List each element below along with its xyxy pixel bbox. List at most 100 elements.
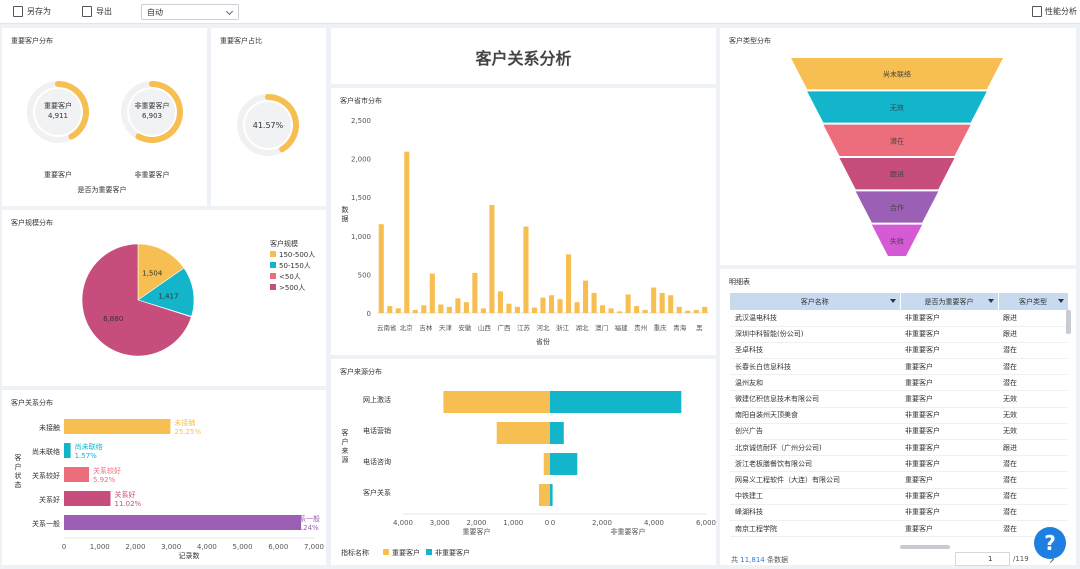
bar <box>600 305 606 313</box>
help-button[interactable]: ? <box>1034 527 1066 559</box>
pie-slice-label: 1,417 <box>158 292 178 300</box>
y-axis-title: 客户状态 <box>15 453 22 489</box>
bar <box>676 306 682 313</box>
x-tick-label: 4,000 <box>393 519 413 527</box>
customer-type-panel: 客户类型分布 尚未联络 无效 潜在 跟进 合作 失败 <box>720 28 1076 265</box>
bar <box>659 292 665 313</box>
panel-title: 明细表 <box>729 278 750 286</box>
table-cell: 南京工程学院 <box>730 520 900 538</box>
bar-label-name: 关系较好 <box>93 466 121 475</box>
table-cell: 非重要客户 <box>900 326 998 343</box>
bar-important <box>538 484 550 506</box>
bar <box>64 491 111 506</box>
x-axis-title: 省份 <box>536 337 550 346</box>
table-scrollbar-vertical[interactable] <box>1066 310 1071 334</box>
table-row[interactable]: 微建亿积信息技术有限公司 重要客户 无效 <box>730 390 1068 408</box>
x-tick-label: 0 <box>551 519 555 527</box>
bar-label-pct: 5.92% <box>93 476 116 484</box>
sort-dropdown-icon[interactable] <box>889 299 896 303</box>
y-tick-label: 2,000 <box>351 156 371 164</box>
bar <box>685 310 691 313</box>
bar-label-name: 关系好 <box>115 490 136 499</box>
x-tick-label: 安徽 <box>458 323 472 332</box>
table-row[interactable]: 温州友和 重要客户 潜在 <box>730 374 1068 392</box>
bar <box>463 302 469 313</box>
table-row[interactable]: 武汉温电科技 非重要客户 跟进 <box>730 310 1068 327</box>
gauge-label: 重要客户 <box>44 101 72 110</box>
bar <box>64 443 71 458</box>
page-input[interactable]: 1 <box>955 552 1010 566</box>
page-title: 客户关系分析 <box>475 49 572 68</box>
column-header-important[interactable]: 是否为重要客户 <box>900 293 999 310</box>
bar-nonimportant <box>550 484 553 506</box>
funnel-stage-label: 潜在 <box>890 136 904 145</box>
x-tick-label: 0 <box>62 543 66 551</box>
table-cell: 无效 <box>998 390 1068 408</box>
table-row[interactable]: 南阳自装州天顶美食 非重要客户 无效 <box>730 407 1068 424</box>
sort-dropdown-icon[interactable] <box>1057 299 1064 303</box>
bar <box>489 204 495 313</box>
bar <box>429 273 435 313</box>
column-header-customer-type[interactable]: 客户类型 <box>998 293 1069 310</box>
table-row[interactable]: 深圳中科智能(份公司) 非重要客户 跟进 <box>730 326 1068 343</box>
table-cell: 无效 <box>998 407 1068 424</box>
pie-slice-label: 6,880 <box>103 315 123 323</box>
table-scrollbar-horizontal[interactable] <box>900 545 950 549</box>
sort-dropdown-icon[interactable] <box>987 299 994 303</box>
mode-select[interactable]: 自动 <box>141 4 239 20</box>
customer-scale-panel: 客户规模分布 1,504 1,417 6,880 客户规模 150-500人 50-150… <box>2 210 326 386</box>
table-cell: 潜在 <box>998 471 1068 489</box>
bar <box>634 306 640 313</box>
y-tick-label: 1,000 <box>351 233 371 241</box>
x-tick-label: 6,000 <box>696 519 716 527</box>
save-icon <box>13 6 23 17</box>
bar <box>438 304 444 313</box>
bar <box>497 291 503 313</box>
column-header-customer-name[interactable]: 客户名称 <box>730 293 901 310</box>
table-header-row: 客户名称 是否为重要客户 客户类型 <box>730 293 1069 310</box>
category-label: 未接触 <box>39 423 60 432</box>
bar <box>617 311 623 313</box>
customer-source-panel: 客户来源分布 网上激活 电话营销 电话咨询 客户关系 4,000 3,000 2,000 1,… <box>331 359 716 565</box>
legend-item: 非重要客户 <box>435 548 470 557</box>
customer-relation-panel: 客户关系分布 未接触 未接触 25.25% 尚未联络 尚未联络 1.57% 关系较好 关系较好… <box>2 390 326 565</box>
bar <box>523 226 529 313</box>
x-tick-label: 浙江 <box>556 323 570 332</box>
table-row[interactable]: 创兴广告 非重要客户 无效 <box>730 423 1068 441</box>
table-cell: 无效 <box>998 423 1068 441</box>
category-label: 关系好 <box>39 495 60 504</box>
table-cell: 非重要客户 <box>900 310 998 327</box>
bar <box>591 292 597 313</box>
bar <box>608 308 614 313</box>
y-axis-title-char: 户 <box>342 437 349 446</box>
funnel-stage-label: 跟进 <box>890 171 904 179</box>
table-row[interactable]: 浙江老板膳餐饮有限公司 非重要客户 潜在 <box>730 455 1068 473</box>
table-row[interactable]: 网易义工程软件（大连）有限公司 重要客户 潜在 <box>730 471 1068 489</box>
title-panel: 客户关系分析 <box>331 28 716 84</box>
legend-item: >500人 <box>279 284 305 292</box>
x-tick-label: 7,000 <box>304 543 324 551</box>
x-tick-label: 贵州 <box>634 323 647 332</box>
x-tick-label: 青海 <box>673 323 687 332</box>
record-count: 11,814 <box>740 556 765 564</box>
table-cell: 网易义工程软件（大连）有限公司 <box>730 471 900 489</box>
x-tick-label: 2,000 <box>125 543 145 551</box>
bar <box>574 302 580 313</box>
table-cell: 非重要客户 <box>900 455 998 473</box>
table-cell: 长春长白信息科技 <box>730 358 900 376</box>
table-row[interactable]: 南京工程学院 重要客户 潜在 <box>730 520 1068 538</box>
x-tick-label: 4,000 <box>197 543 217 551</box>
bar-nonimportant <box>550 422 564 444</box>
x-tick-label: 福建 <box>615 323 629 332</box>
x-tick-label: 6,000 <box>268 543 288 551</box>
gauge-axis-label: 非重要客户 <box>135 170 170 179</box>
table-row[interactable]: 北京诚信耐环（广州分公司) 非重要客户 跟进 <box>730 439 1068 457</box>
x-axis-title-right: 非重要客户 <box>611 527 646 536</box>
table-row[interactable]: 长春长白信息科技 重要客户 潜在 <box>730 358 1068 376</box>
table-row[interactable]: 中铁建工 非重要客户 潜在 <box>730 488 1068 505</box>
table-cell: 潜在 <box>998 358 1068 376</box>
bar-nonimportant <box>550 453 578 475</box>
table-row[interactable]: 峰湖科技 非重要客户 潜在 <box>730 504 1068 521</box>
detail-table: 客户名称 是否为重要客户 客户类型 武汉温电科技 非重要客户 跟进 深圳中科智能(份公… <box>730 293 1069 538</box>
table-row[interactable]: 圣卓科技 非重要客户 潜在 <box>730 342 1068 360</box>
